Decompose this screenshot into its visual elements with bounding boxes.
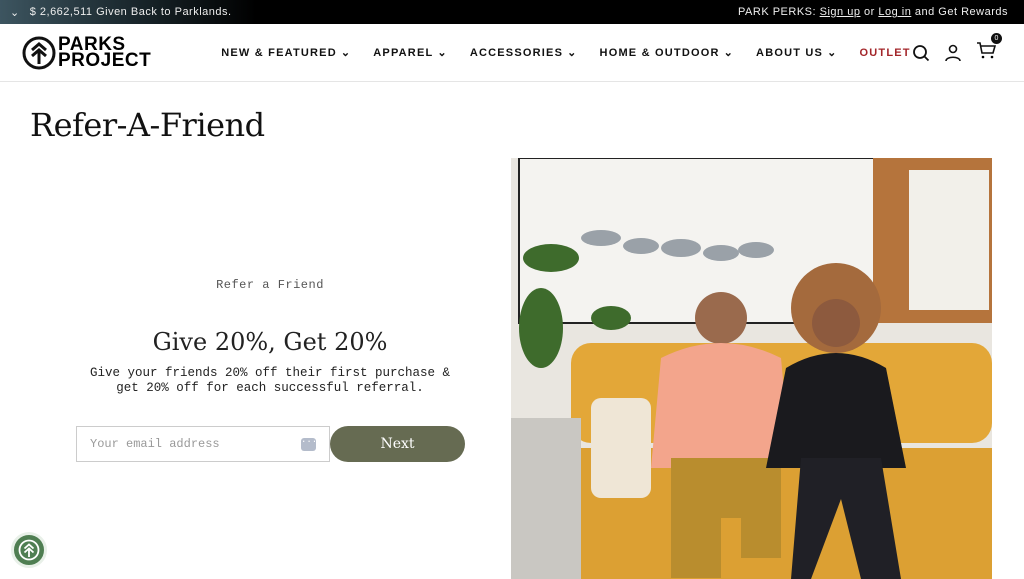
- account-icon[interactable]: [944, 44, 962, 62]
- chevron-down-icon: ⌄: [567, 47, 578, 59]
- park-perks: PARK PERKS: Sign up or Log in and Get Re…: [738, 6, 1008, 18]
- cart-button[interactable]: 0: [976, 33, 1002, 64]
- autofill-icon[interactable]: ···: [301, 437, 317, 451]
- next-button[interactable]: Next: [330, 426, 465, 462]
- nav-apparel[interactable]: APPAREL ⌄: [373, 46, 448, 60]
- nav-accessories[interactable]: ACCESSORIES ⌄: [470, 46, 578, 60]
- main-nav: NEW & FEATURED ⌄ APPAREL ⌄ ACCESSORIES ⌄ HO…: [221, 46, 911, 60]
- nav-home-outdoor[interactable]: HOME & OUTDOOR ⌄: [600, 46, 735, 60]
- search-icon[interactable]: [912, 44, 930, 62]
- sign-up-link[interactable]: Sign up: [820, 6, 861, 18]
- nav-about-us[interactable]: ABOUT US ⌄: [756, 46, 838, 60]
- referral-description: Give your friends 20% off their first pu…: [89, 366, 451, 395]
- tree-logo-icon: [22, 36, 56, 69]
- logo[interactable]: PARKS PROJECT: [22, 35, 152, 71]
- chevron-down-icon[interactable]: ⌄: [10, 6, 20, 19]
- cart-icon: [977, 42, 997, 59]
- logo-line2: PROJECT: [58, 49, 152, 71]
- tree-icon: [18, 539, 40, 561]
- page-title: Refer-A-Friend: [30, 106, 265, 144]
- perks-label: PARK PERKS:: [738, 6, 817, 18]
- rewards-text: and Get Rewards: [914, 6, 1008, 18]
- rewards-launcher-button[interactable]: [11, 532, 47, 568]
- hero-photo: [511, 158, 992, 579]
- site-header: PARKS PROJECT NEW & FEATURED ⌄ APPAREL ⌄ AC…: [0, 24, 1024, 82]
- email-input[interactable]: Your email address ···: [76, 426, 330, 462]
- nav-outlet[interactable]: OUTLET: [860, 46, 911, 59]
- log-in-link[interactable]: Log in: [878, 6, 911, 18]
- announcement-text: $ 2,662,511 Given Back to Parklands.: [29, 6, 232, 18]
- nav-new-featured[interactable]: NEW & FEATURED ⌄: [221, 46, 352, 60]
- referral-headline: Give 20%, Get 20%: [152, 328, 388, 356]
- chevron-down-icon: ⌄: [340, 47, 352, 59]
- or-text: or: [864, 6, 875, 18]
- announcement-bar: ⌄ $ 2,662,511 Given Back to Parklands. P…: [0, 0, 1024, 24]
- chevron-down-icon: ⌄: [827, 47, 838, 59]
- chevron-down-icon: ⌄: [723, 47, 735, 59]
- chevron-down-icon: ⌄: [437, 47, 448, 59]
- referral-eyebrow: Refer a Friend: [216, 278, 324, 292]
- cart-count-badge: 0: [991, 33, 1002, 44]
- email-placeholder: Your email address: [90, 437, 220, 451]
